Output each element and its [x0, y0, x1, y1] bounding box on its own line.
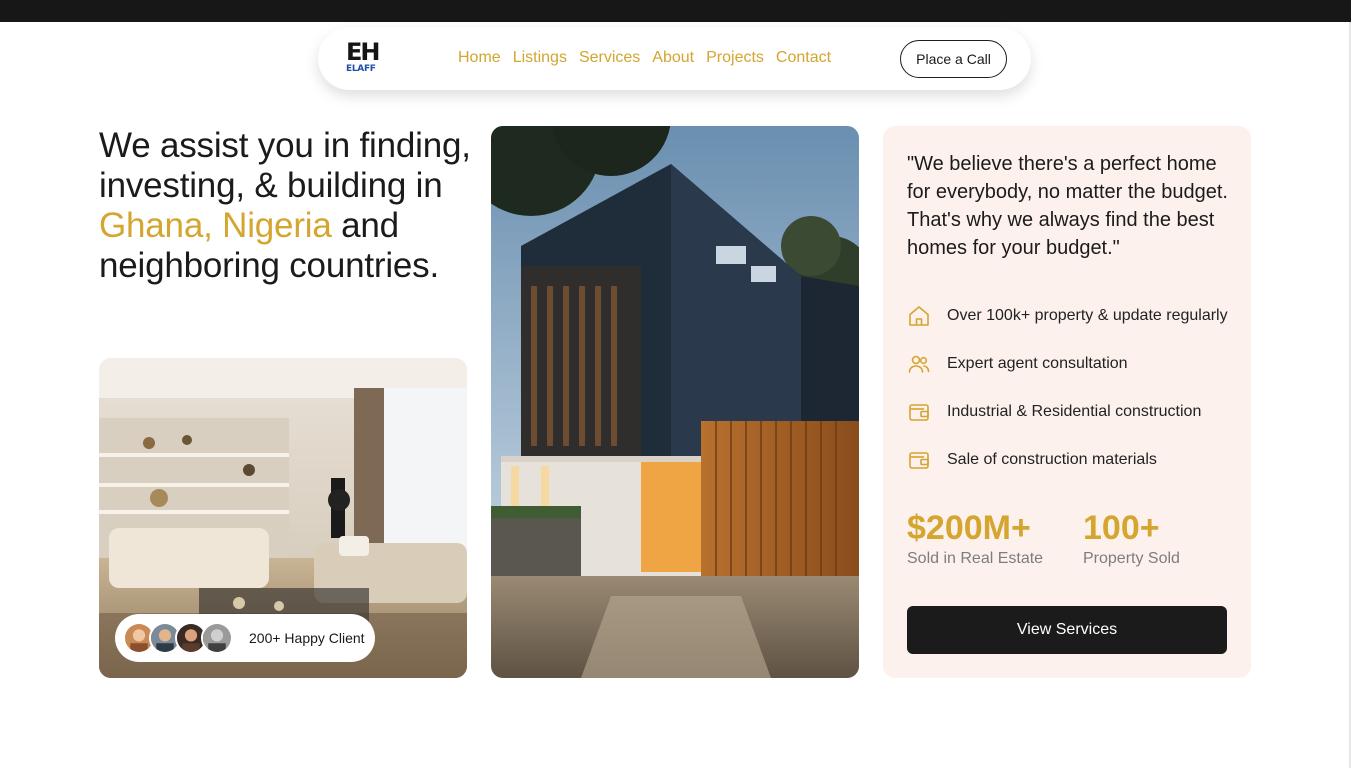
list-item: Over 100k+ property & update regularly — [907, 292, 1228, 340]
list-item: Expert agent consultation — [907, 340, 1228, 388]
stat-value: 100+ — [1083, 509, 1160, 547]
logo-word: ELAFF — [346, 64, 376, 74]
headline-text-start: We assist you in finding, investing, & b… — [99, 126, 471, 205]
navbar: EH ELAFF Home Listings Services About Pr… — [318, 27, 1031, 90]
feature-text: Expert agent consultation — [947, 355, 1128, 372]
feature-list: Over 100k+ property & update regularly E… — [907, 292, 1228, 484]
nav-link-contact[interactable]: Contact — [776, 48, 831, 68]
nav-link-home[interactable]: Home — [458, 48, 501, 68]
list-item: Sale of construction materials — [907, 436, 1228, 484]
wallet-icon — [909, 404, 929, 421]
stat-label: Sold in Real Estate — [907, 550, 1044, 567]
feature-text: Sale of construction materials — [947, 451, 1157, 468]
place-call-button[interactable]: Place a Call — [900, 40, 1007, 78]
info-panel: "We believe there's a perfect home for e… — [883, 126, 1251, 678]
feature-text: Industrial & Residential construction — [947, 403, 1202, 420]
happy-clients-label: 200+ Happy Client — [249, 630, 365, 646]
stat-value: $200M+ — [907, 509, 1031, 547]
users-icon — [908, 355, 930, 373]
feature-text: Over 100k+ property & update regularly — [947, 307, 1228, 324]
stat-property-sold: 100+ Property Sold — [1083, 508, 1180, 568]
logo-mark: EH — [346, 38, 380, 66]
avatar — [201, 622, 233, 654]
nav-link-about[interactable]: About — [652, 48, 694, 68]
browser-top-bar — [0, 0, 1351, 22]
stat-sold-real-estate: $200M+ Sold in Real Estate — [907, 508, 1043, 568]
modern-house-image — [491, 126, 859, 678]
mission-quote: "We believe there's a perfect home for e… — [907, 153, 1228, 259]
hero-headline: We assist you in finding, investing, & b… — [99, 126, 479, 286]
headline-accent: Ghana, Nigeria — [99, 206, 332, 245]
stat-label: Property Sold — [1083, 550, 1180, 567]
nav-link-listings[interactable]: Listings — [513, 48, 567, 68]
view-services-button[interactable]: View Services — [907, 606, 1227, 654]
logo[interactable]: EH ELAFF — [346, 38, 380, 78]
happy-clients-badge: 200+ Happy Client — [115, 614, 375, 662]
home-icon — [909, 306, 929, 326]
list-item: Industrial & Residential construction — [907, 388, 1228, 436]
nav-links: Home Listings Services About Projects Co… — [458, 48, 831, 68]
nav-link-projects[interactable]: Projects — [706, 48, 764, 68]
nav-link-services[interactable]: Services — [579, 48, 640, 68]
client-avatars — [123, 622, 233, 654]
wallet-icon — [909, 452, 929, 469]
